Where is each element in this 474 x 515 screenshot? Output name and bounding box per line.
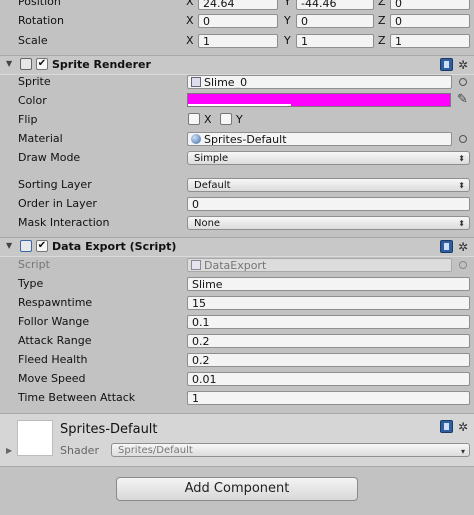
move-speed-field[interactable]: 0.01 — [187, 372, 470, 386]
mask-interaction-value: None — [194, 218, 221, 229]
rotation-x-field[interactable]: 0 — [198, 14, 278, 28]
sprite-renderer-enabled-checkbox[interactable]: ✔ — [36, 58, 48, 70]
rotation-y-axis: Y — [284, 14, 291, 27]
follor-wange-field[interactable]: 0.1 — [187, 315, 470, 329]
sprite-field[interactable]: Slime_0 — [187, 75, 452, 89]
material-label: Material — [18, 132, 63, 145]
sprite-value: Slime_0 — [204, 76, 248, 89]
script-asset-icon — [191, 260, 201, 270]
rotation-y-field[interactable]: 0 — [296, 14, 374, 28]
shader-value: Sprites/Default — [118, 445, 193, 456]
data-export-enabled-checkbox[interactable]: ✔ — [36, 240, 48, 252]
material-asset-icon — [191, 134, 201, 144]
sprite-asset-icon — [191, 77, 201, 87]
gear-icon[interactable]: ✲ — [458, 241, 468, 253]
foldout-arrow-icon[interactable]: ▼ — [6, 59, 12, 68]
help-book-icon[interactable] — [440, 240, 453, 253]
attack-range-label: Attack Range — [18, 334, 92, 347]
order-in-layer-label: Order in Layer — [18, 197, 97, 210]
material-picker-circle-icon[interactable] — [459, 135, 467, 143]
script-label: Script — [18, 258, 50, 271]
rotation-label: Rotation — [18, 14, 65, 27]
position-y-field[interactable]: -44.46 — [296, 0, 374, 10]
time-between-attack-label: Time Between Attack — [18, 391, 136, 404]
shader-dropdown[interactable]: Sprites/Default ▾ — [111, 443, 470, 457]
draw-mode-label: Draw Mode — [18, 151, 81, 164]
type-label: Type — [18, 277, 44, 290]
help-book-icon[interactable] — [440, 58, 453, 71]
scale-label: Scale — [18, 34, 48, 47]
help-book-icon[interactable] — [440, 420, 453, 433]
dropdown-arrow-icon: ▾ — [460, 447, 465, 456]
scale-y-field[interactable]: 1 — [296, 34, 374, 48]
mask-interaction-label: Mask Interaction — [18, 216, 110, 229]
draw-mode-dropdown[interactable]: Simple ⬍ — [187, 151, 470, 165]
data-export-header[interactable]: ▼ ✔ Data Export (Script) ✲ — [0, 237, 474, 257]
color-swatch[interactable] — [187, 93, 451, 107]
sprite-label: Sprite — [18, 75, 51, 88]
sprite-renderer-icon — [20, 58, 32, 70]
rotation-z-axis: Z — [378, 14, 386, 27]
foldout-arrow-icon[interactable]: ▶ — [6, 446, 12, 455]
scale-x-field[interactable]: 1 — [198, 34, 278, 48]
position-x-field[interactable]: 24.64 — [198, 0, 278, 10]
order-in-layer-field[interactable]: 0 — [187, 197, 470, 211]
rotation-x-axis: X — [186, 14, 194, 27]
position-label: Position — [18, 0, 61, 8]
script-picker-circle-icon — [459, 261, 467, 269]
sorting-layer-label: Sorting Layer — [18, 178, 92, 191]
material-value: Sprites-Default — [204, 133, 287, 146]
material-preview-section: Sprites-Default Shader Sprites/Default ▾… — [0, 413, 474, 467]
respawntime-field[interactable]: 15 — [187, 296, 470, 310]
position-y-axis: Y — [284, 0, 291, 8]
dropdown-arrows-icon: ⬍ — [458, 154, 465, 163]
foldout-arrow-icon[interactable]: ▼ — [6, 241, 12, 250]
gear-icon[interactable]: ✲ — [458, 59, 468, 71]
script-component-icon — [20, 240, 32, 252]
color-alpha-bar — [188, 104, 291, 106]
scale-z-field[interactable]: 1 — [390, 34, 470, 48]
type-field[interactable]: Slime — [187, 277, 470, 291]
eyedropper-icon[interactable]: ✎ — [457, 92, 468, 107]
fleed-health-field[interactable]: 0.2 — [187, 353, 470, 367]
sorting-layer-value: Default — [194, 180, 231, 191]
flip-x-label: X — [204, 113, 212, 126]
time-between-attack-field[interactable]: 1 — [187, 391, 470, 405]
material-name: Sprites-Default — [60, 422, 158, 437]
scale-y-axis: Y — [284, 34, 291, 47]
fleed-health-label: Fleed Health — [18, 353, 88, 366]
position-z-axis: Z — [378, 0, 386, 8]
position-x-axis: X — [186, 0, 194, 8]
data-export-title: Data Export (Script) — [52, 240, 177, 253]
scale-x-axis: X — [186, 34, 194, 47]
respawntime-label: Respawntime — [18, 296, 93, 309]
sorting-layer-dropdown[interactable]: Default ⬍ — [187, 178, 470, 192]
flip-label: Flip — [18, 113, 38, 126]
position-z-field[interactable]: 0 — [390, 0, 470, 10]
material-field[interactable]: Sprites-Default — [187, 132, 452, 146]
flip-y-label: Y — [236, 113, 243, 126]
draw-mode-value: Simple — [194, 153, 229, 164]
object-picker-circle-icon[interactable] — [459, 78, 467, 86]
material-thumbnail — [17, 420, 53, 456]
add-component-button[interactable]: Add Component — [116, 477, 358, 501]
shader-label: Shader — [60, 444, 99, 457]
follor-wange-label: Follor Wange — [18, 315, 90, 328]
mask-interaction-dropdown[interactable]: None ⬍ — [187, 216, 470, 230]
dropdown-arrows-icon: ⬍ — [458, 181, 465, 190]
flip-x-checkbox[interactable] — [188, 113, 200, 125]
script-value: DataExport — [204, 259, 267, 272]
sprite-renderer-header[interactable]: ▼ ✔ Sprite Renderer ✲ — [0, 55, 474, 75]
move-speed-label: Move Speed — [18, 372, 86, 385]
script-field: DataExport — [187, 258, 452, 272]
rotation-z-field[interactable]: 0 — [390, 14, 470, 28]
sprite-renderer-title: Sprite Renderer — [52, 58, 151, 71]
color-label: Color — [18, 94, 47, 107]
scale-z-axis: Z — [378, 34, 386, 47]
attack-range-field[interactable]: 0.2 — [187, 334, 470, 348]
flip-y-checkbox[interactable] — [220, 113, 232, 125]
dropdown-arrows-icon: ⬍ — [458, 219, 465, 228]
gear-icon[interactable]: ✲ — [458, 421, 468, 433]
